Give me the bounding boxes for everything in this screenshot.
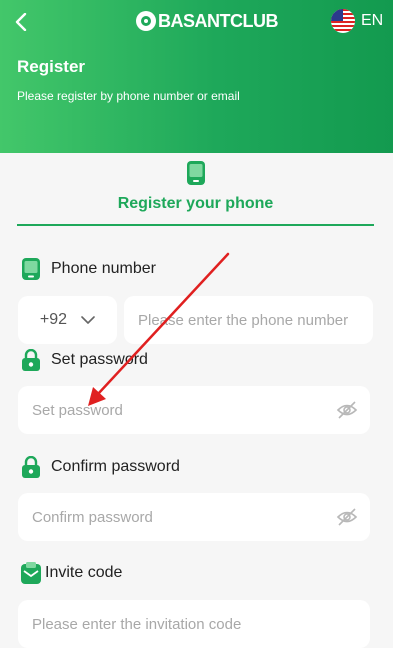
invite-code-label-row: Invite code (20, 562, 122, 584)
invite-code-label: Invite code (45, 564, 123, 581)
eye-hidden-icon[interactable] (336, 400, 358, 420)
invite-code-input[interactable]: Please enter the invitation code (18, 600, 370, 648)
phone-number-input[interactable]: Please enter the phone number (124, 296, 373, 344)
page-title: Register (17, 57, 86, 76)
country-code-value: +92 (39, 311, 68, 328)
chevron-left-icon (15, 13, 27, 31)
invite-icon (21, 562, 41, 584)
language-label: EN (361, 12, 384, 29)
phone-number-placeholder: Please enter the phone number (138, 311, 349, 329)
set-password-placeholder: Set password (32, 401, 123, 419)
page-subtitle: Please register by phone number or email (17, 89, 240, 103)
lock-icon (22, 349, 40, 371)
phone-icon (22, 258, 40, 280)
confirm-password-placeholder: Confirm password (32, 508, 153, 526)
header: BASANTCLUB EN Register Please register b… (0, 0, 393, 153)
set-password-input[interactable]: Set password (18, 386, 370, 434)
confirm-password-label: Confirm password (51, 458, 180, 475)
logo-text: BASANTCLUB (158, 10, 279, 31)
phone-number-label: Phone number (51, 260, 156, 277)
set-password-label: Set password (51, 351, 148, 368)
phone-number-label-row: Phone number (20, 258, 156, 280)
invite-code-placeholder: Please enter the invitation code (32, 615, 242, 633)
back-button[interactable] (10, 10, 32, 34)
tab-active-indicator (17, 224, 374, 226)
tab-label: Register your phone (117, 195, 274, 212)
lock-icon (22, 456, 40, 478)
set-password-label-row: Set password (20, 349, 148, 371)
brand-logo: BASANTCLUB (136, 9, 279, 33)
country-code-select[interactable]: +92 (18, 296, 117, 344)
phone-icon (187, 161, 205, 185)
us-flag-icon (331, 9, 355, 33)
confirm-password-input[interactable]: Confirm password (18, 493, 370, 541)
chevron-down-icon (81, 316, 95, 324)
language-selector[interactable]: EN (331, 9, 383, 33)
logo-mark-icon (136, 11, 156, 31)
eye-hidden-icon[interactable] (336, 507, 358, 527)
tab-register-phone[interactable]: Register your phone (17, 155, 374, 227)
confirm-password-label-row: Confirm password (20, 456, 180, 478)
